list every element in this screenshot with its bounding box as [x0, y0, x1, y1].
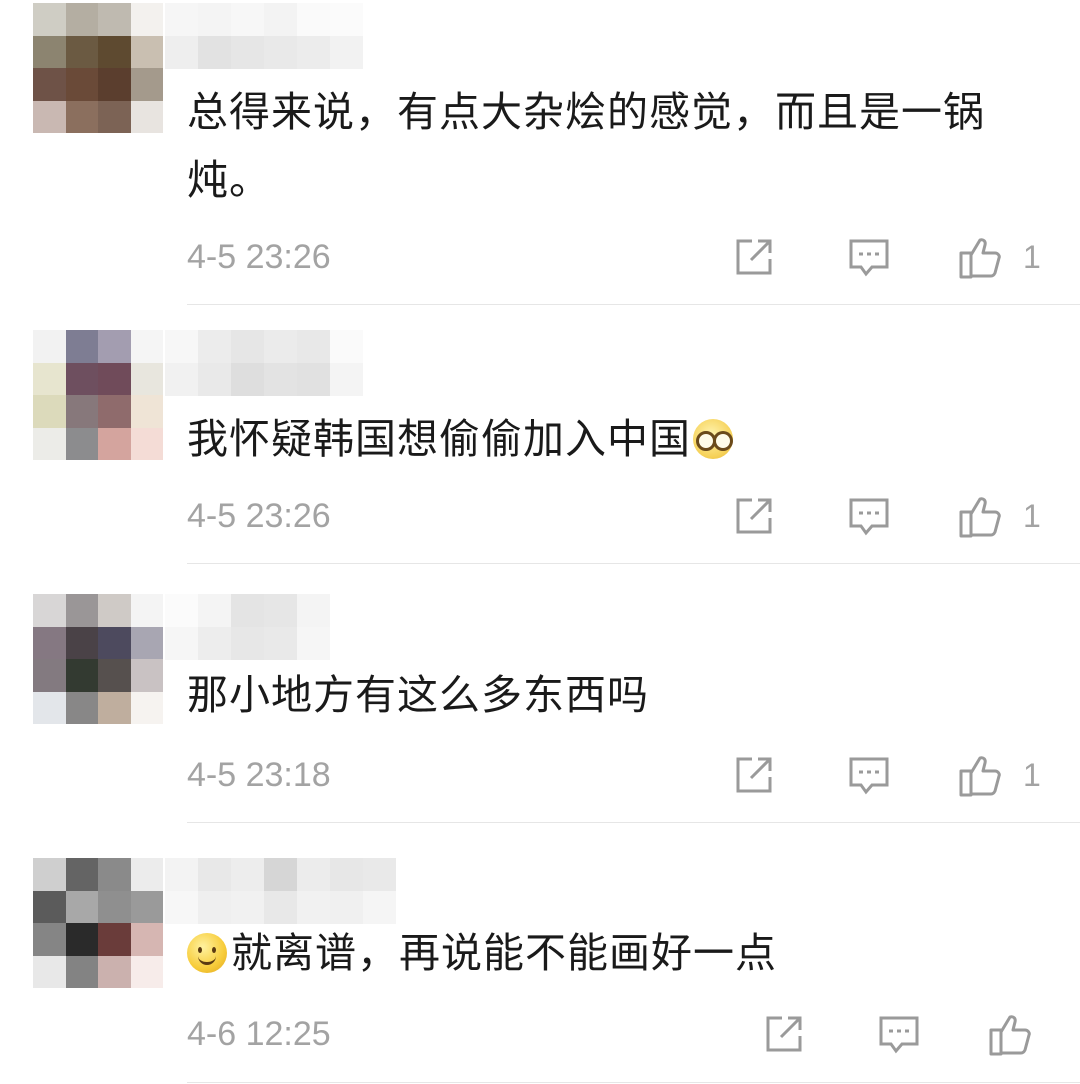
- like-icon: [959, 497, 1001, 538]
- comment-timestamp: 4-5 23:26: [187, 497, 331, 535]
- comment-text-content: 就离谱，再说能不能画好一点: [231, 929, 777, 977]
- share-icon: [766, 1016, 802, 1052]
- username-blurred[interactable]: [165, 858, 429, 924]
- share-icon: [736, 757, 772, 793]
- comment-text: 那小地方有这么多东西吗: [187, 671, 649, 719]
- comment-meta: 4-5 23:26 1: [187, 234, 1047, 284]
- share-button[interactable]: [732, 493, 776, 539]
- like-button[interactable]: 1: [957, 752, 1041, 798]
- like-icon: [959, 238, 1001, 279]
- reply-button[interactable]: [847, 752, 891, 798]
- reply-icon: [849, 498, 889, 536]
- like-icon: [989, 1015, 1031, 1056]
- divider: [187, 822, 1080, 823]
- comment-timestamp: 4-6 12:25: [187, 1015, 331, 1053]
- like-button[interactable]: [987, 1011, 1035, 1057]
- avatar[interactable]: [33, 330, 163, 460]
- reply-button[interactable]: [847, 493, 891, 539]
- like-button[interactable]: 1: [957, 493, 1041, 539]
- like-button[interactable]: 1: [957, 234, 1041, 280]
- reply-icon: [849, 239, 889, 277]
- divider: [187, 1082, 1080, 1083]
- comment-timestamp: 4-5 23:18: [187, 756, 331, 794]
- username-blurred[interactable]: [165, 330, 363, 396]
- comment-text-content: 我怀疑韩国想偷偷加入中国: [187, 415, 691, 463]
- divider: [187, 304, 1080, 305]
- reply-button[interactable]: [877, 1011, 921, 1057]
- comment-meta: 4-6 12:25: [187, 1011, 1047, 1061]
- username-blurred[interactable]: [165, 3, 363, 69]
- like-count: 1: [1023, 238, 1041, 275]
- share-icon: [736, 239, 772, 275]
- reply-icon: [879, 1016, 919, 1054]
- comment-text: 总得来说，有点大杂烩的感觉，而且是一锅炖。: [187, 88, 985, 204]
- share-icon: [736, 498, 772, 534]
- reply-icon: [849, 757, 889, 795]
- nerd-glasses-emoji-icon: [693, 419, 733, 459]
- username-blurred[interactable]: [165, 594, 363, 660]
- share-button[interactable]: [732, 234, 776, 280]
- comment-text: 我怀疑韩国想偷偷加入中国: [187, 405, 1047, 473]
- comment-meta: 4-5 23:18 1: [187, 752, 1047, 802]
- like-count: 1: [1023, 497, 1041, 534]
- comment-timestamp: 4-5 23:26: [187, 238, 331, 276]
- comment-text: 就离谱，再说能不能画好一点: [187, 919, 1047, 987]
- avatar[interactable]: [33, 3, 163, 133]
- comment-meta: 4-5 23:26 1: [187, 493, 1047, 543]
- share-button[interactable]: [732, 752, 776, 798]
- divider: [187, 563, 1080, 564]
- like-count: 1: [1023, 756, 1041, 793]
- smile-emoji-icon: [187, 933, 227, 973]
- like-icon: [959, 756, 1001, 797]
- reply-button[interactable]: [847, 234, 891, 280]
- avatar[interactable]: [33, 858, 163, 988]
- share-button[interactable]: [762, 1011, 806, 1057]
- avatar[interactable]: [33, 594, 163, 724]
